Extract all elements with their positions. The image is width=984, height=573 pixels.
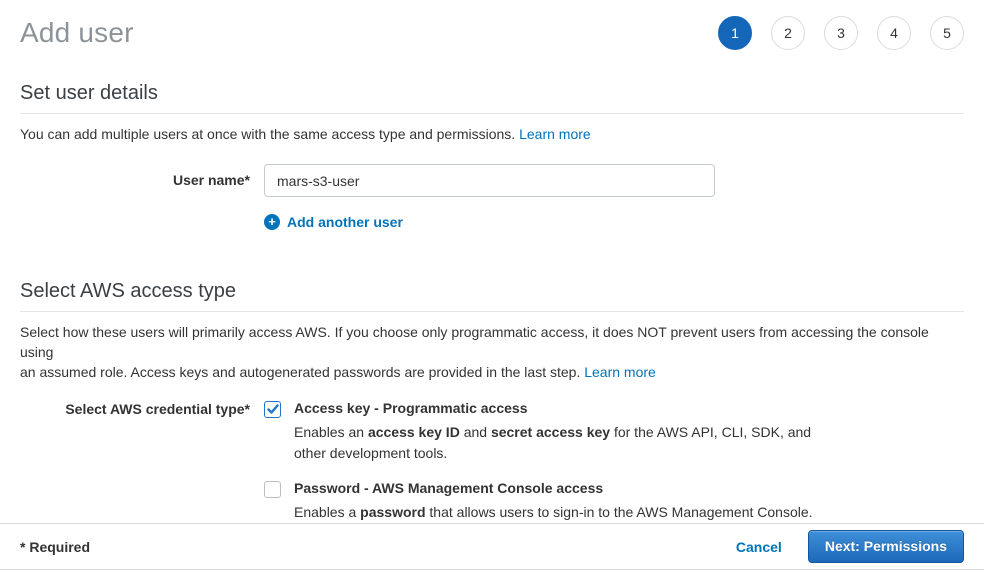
required-note: * Required bbox=[20, 539, 90, 555]
select-access-type-section: Select AWS access type Select how these … bbox=[20, 280, 964, 523]
username-label: User name* bbox=[20, 164, 250, 188]
set-user-details-section: Set user details You can add multiple us… bbox=[20, 82, 964, 230]
section-divider bbox=[20, 311, 964, 312]
password-option: Password - AWS Management Console access… bbox=[264, 480, 813, 523]
access-key-option-description: Enables an access key ID and secret acce… bbox=[294, 422, 811, 464]
password-checkbox[interactable] bbox=[264, 481, 281, 498]
step-4-indicator: 4 bbox=[877, 16, 911, 50]
access-key-option: Access key - Programmatic access Enables… bbox=[264, 400, 811, 464]
user-details-description-text: You can add multiple users at once with … bbox=[20, 126, 515, 142]
page-header: Add user 1 2 3 4 5 bbox=[20, 0, 964, 50]
credential-type-label: Select AWS credential type* bbox=[20, 400, 250, 417]
credential-type-row-password: Password - AWS Management Console access… bbox=[20, 480, 964, 523]
step-5-indicator: 5 bbox=[930, 16, 964, 50]
step-3-indicator: 3 bbox=[824, 16, 858, 50]
set-user-details-heading: Set user details bbox=[20, 82, 964, 105]
user-details-description: You can add multiple users at once with … bbox=[20, 124, 964, 144]
select-access-type-heading: Select AWS access type bbox=[20, 280, 964, 303]
password-option-description: Enables a password that allows users to … bbox=[294, 502, 813, 523]
learn-more-link-user-details[interactable]: Learn more bbox=[519, 126, 591, 142]
password-option-title: Password - AWS Management Console access bbox=[294, 480, 813, 496]
credential-type-row-access-key: Select AWS credential type* Access key -… bbox=[20, 400, 964, 464]
cancel-button[interactable]: Cancel bbox=[736, 539, 782, 555]
plus-circle-icon bbox=[264, 214, 280, 230]
username-row: User name* bbox=[20, 164, 964, 197]
add-another-user-row: Add another user bbox=[20, 213, 964, 230]
step-1-indicator: 1 bbox=[718, 16, 752, 50]
wizard-footer: * Required Cancel Next: Permissions bbox=[0, 523, 984, 573]
learn-more-link-access-type[interactable]: Learn more bbox=[584, 364, 656, 380]
checkmark-icon bbox=[267, 404, 279, 415]
add-another-user-label: Add another user bbox=[287, 214, 403, 230]
access-type-description-line1: Select how these users will primarily ac… bbox=[20, 324, 929, 360]
access-type-description: Select how these users will primarily ac… bbox=[20, 322, 964, 382]
next-permissions-button[interactable]: Next: Permissions bbox=[808, 530, 964, 563]
access-type-description-line2: an assumed role. Access keys and autogen… bbox=[20, 364, 580, 380]
access-key-checkbox[interactable] bbox=[264, 401, 281, 418]
add-user-page: Add user 1 2 3 4 5 Set user details You … bbox=[0, 0, 984, 523]
username-input[interactable] bbox=[264, 164, 715, 197]
access-key-option-title: Access key - Programmatic access bbox=[294, 400, 811, 416]
page-title: Add user bbox=[20, 17, 134, 49]
step-2-indicator: 2 bbox=[771, 16, 805, 50]
wizard-step-indicator: 1 2 3 4 5 bbox=[718, 16, 964, 50]
add-another-user-button[interactable]: Add another user bbox=[264, 214, 403, 230]
section-divider bbox=[20, 113, 964, 114]
